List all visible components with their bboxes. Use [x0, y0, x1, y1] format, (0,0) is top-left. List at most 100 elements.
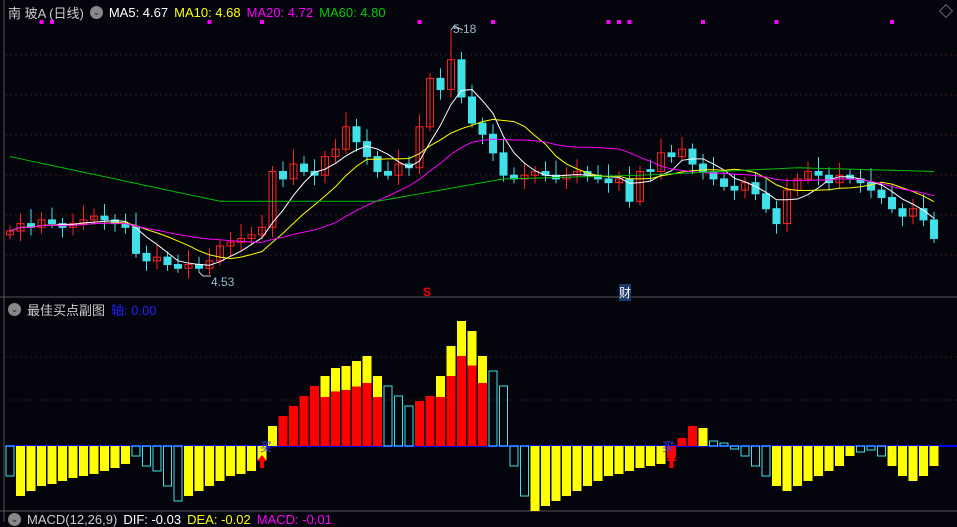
histogram-bar-yellow	[898, 446, 907, 476]
candle-down	[363, 141, 371, 158]
histogram-bar-yellow	[26, 446, 36, 491]
histogram-bar-red	[677, 438, 687, 446]
histogram-bar-cap	[320, 376, 330, 397]
histogram-bar-hollow	[173, 445, 183, 502]
candle-down	[132, 226, 140, 254]
buy-label: 买	[662, 440, 675, 454]
histogram-bar-hollow	[877, 445, 886, 457]
histogram-bar-yellow	[908, 446, 918, 481]
chevron-down-icon[interactable]: ⌄	[89, 6, 103, 19]
histogram-bar-yellow	[845, 446, 855, 456]
histogram-bar-cap	[478, 356, 487, 383]
event-marker	[417, 20, 422, 24]
histogram-bar-yellow	[16, 446, 25, 496]
event-marker	[701, 20, 705, 24]
chevron-down-icon[interactable]: ⌄	[8, 513, 21, 526]
candle-down	[499, 152, 508, 176]
histogram-bar-yellow	[614, 446, 624, 474]
histogram-bar-hollow	[394, 395, 403, 447]
histogram-bar-cap	[467, 331, 477, 366]
histogram-bar-hollow	[520, 445, 529, 497]
low-price-label: 4.53	[211, 275, 235, 289]
histogram-bar-hollow	[163, 445, 172, 487]
histogram-bar-red	[278, 416, 288, 446]
histogram-bar-hollow	[499, 385, 508, 447]
candle-down	[436, 77, 445, 91]
histogram-bar-yellow	[646, 446, 655, 466]
sub-chart-title: 最佳买点副图	[27, 303, 106, 318]
finance-marker[interactable]: 财	[619, 284, 632, 301]
ma10-label: MA10: 4.68	[174, 5, 241, 20]
histogram-bar-cap	[331, 368, 340, 392]
histogram-bar-yellow	[572, 446, 582, 491]
candle-down	[100, 215, 109, 221]
histogram-bar-cap	[436, 376, 445, 397]
histogram-bar-cap	[373, 376, 382, 397]
chevron-down-icon[interactable]: ⌄	[8, 303, 21, 316]
histogram-bar-red	[415, 401, 424, 446]
candle-down	[667, 152, 676, 158]
histogram-bar-hollow	[131, 445, 141, 457]
histogram-bar-yellow	[236, 446, 246, 474]
macd-label: MACD: -0.01	[256, 512, 332, 527]
histogram-bar-red	[310, 386, 319, 446]
candle-down	[352, 126, 361, 143]
histogram-bar-yellow	[635, 446, 645, 468]
histogram-bar-hollow	[740, 445, 750, 457]
histogram-bar-yellow	[887, 446, 897, 466]
candle-down	[814, 170, 823, 176]
candle-down	[279, 170, 287, 180]
sub-chart-header: ⌄ 最佳买点副图 轴: 0.00	[8, 300, 157, 319]
candle-down	[457, 59, 466, 98]
s-marker[interactable]: S	[423, 285, 431, 299]
candle-down	[300, 163, 308, 172]
histogram-bar-yellow	[37, 446, 46, 486]
event-marker	[491, 20, 495, 24]
event-marker	[774, 20, 779, 24]
histogram-bar-yellow	[551, 446, 561, 501]
ma60-label: MA60: 4.80	[319, 5, 386, 20]
histogram-bar-yellow	[226, 446, 235, 476]
histogram-bar-yellow	[530, 446, 540, 511]
histogram-bar-yellow	[698, 428, 708, 446]
histogram-bar-yellow	[583, 446, 592, 486]
histogram-bar-yellow	[247, 446, 256, 471]
macd-title: MACD(12,26,9)	[27, 512, 118, 527]
histogram-bar-yellow	[919, 446, 928, 476]
candle-down	[478, 122, 487, 135]
histogram-bar-yellow	[814, 446, 823, 476]
histogram-bar-yellow	[68, 446, 78, 478]
candle-down	[384, 170, 392, 176]
candle-down	[48, 219, 56, 225]
histogram-bar-yellow	[929, 446, 939, 466]
histogram-bar-cap	[352, 361, 361, 387]
histogram-bar-cap	[362, 356, 372, 383]
event-marker	[606, 20, 611, 24]
candle-down	[720, 178, 728, 187]
histogram-bar-yellow	[824, 446, 834, 471]
candle-down	[688, 148, 697, 165]
candle-down	[888, 197, 896, 210]
histogram-bar-yellow	[593, 446, 603, 481]
candle-down	[762, 193, 770, 210]
histogram-bar-yellow	[782, 446, 792, 491]
high-price-label: 5.18	[453, 22, 477, 36]
histogram-bar-hollow	[761, 445, 771, 477]
dea-label: DEA: -0.02	[187, 512, 251, 527]
candle-down	[646, 169, 655, 172]
histogram-bar-hollow	[509, 445, 519, 467]
histogram-bar-cap	[341, 366, 351, 390]
histogram-bar-yellow	[110, 446, 120, 468]
histogram-bar-yellow	[184, 446, 193, 496]
histogram-bar-red	[299, 396, 309, 446]
candle-down	[468, 96, 476, 124]
candle-down	[163, 256, 172, 266]
histogram-bar-yellow	[215, 446, 225, 481]
histogram-bar-hollow	[404, 405, 414, 447]
histogram-bar-cap	[446, 346, 456, 376]
candle-down	[142, 252, 151, 262]
candle-down	[877, 189, 886, 199]
event-marker	[617, 20, 621, 24]
histogram-bar-hollow	[152, 445, 162, 472]
histogram-bar-red	[425, 396, 435, 446]
